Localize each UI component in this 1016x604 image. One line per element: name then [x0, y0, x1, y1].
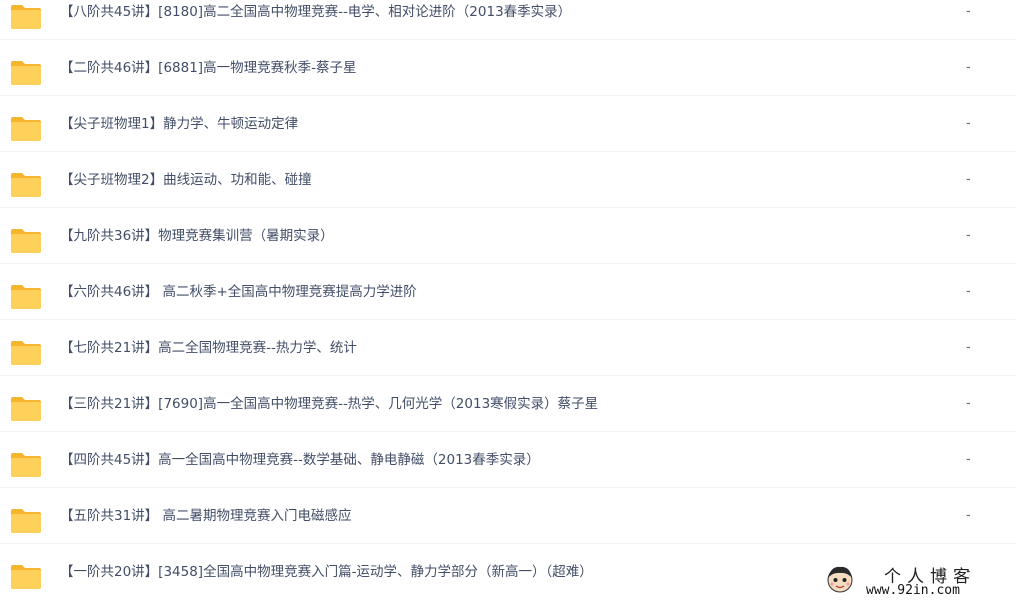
- file-size: -: [966, 508, 971, 523]
- file-size: -: [966, 116, 971, 131]
- file-size: -: [966, 60, 971, 75]
- folder-body: [11, 570, 41, 589]
- file-name[interactable]: 【八阶共45讲】[8180]高二全国高中物理竞赛--电学、相对论进阶（2013春…: [60, 0, 571, 40]
- folder-body: [11, 234, 41, 253]
- folder-body: [11, 66, 41, 85]
- folder-body: [11, 346, 41, 365]
- file-name[interactable]: 【四阶共45讲】高一全国高中物理竞赛--数学基础、静电静磁（2013春季实录）: [60, 432, 540, 488]
- folder-body: [11, 122, 41, 141]
- file-row[interactable]: 【九阶共36讲】物理竞赛集训营（暑期实录） -: [0, 208, 1016, 264]
- folder-icon: [10, 4, 42, 30]
- file-size: -: [966, 4, 971, 19]
- folder-icon: [10, 116, 42, 142]
- file-size: -: [966, 172, 971, 187]
- folder-icon: [10, 508, 42, 534]
- file-name[interactable]: 【尖子班物理2】曲线运动、功和能、碰撞: [60, 152, 312, 208]
- file-size: -: [966, 284, 971, 299]
- file-row[interactable]: 【二阶共46讲】[6881]高一物理竞赛秋季-蔡子星 -: [0, 40, 1016, 96]
- file-size: -: [966, 340, 971, 355]
- file-list: 【八阶共45讲】[8180]高二全国高中物理竞赛--电学、相对论进阶（2013春…: [0, 0, 1016, 590]
- file-row[interactable]: 【尖子班物理2】曲线运动、功和能、碰撞 -: [0, 152, 1016, 208]
- folder-body: [11, 178, 41, 197]
- folder-body: [11, 402, 41, 421]
- cartoon-face-icon: [827, 566, 853, 593]
- folder-body: [11, 10, 41, 29]
- file-row[interactable]: 【五阶共31讲】 高二暑期物理竞赛入门电磁感应 -: [0, 488, 1016, 544]
- file-name[interactable]: 【一阶共20讲】[3458]全国高中物理竞赛入门篇-运动学、静力学部分（新高一）…: [60, 544, 593, 600]
- folder-body: [11, 514, 41, 533]
- file-row[interactable]: 【八阶共45讲】[8180]高二全国高中物理竞赛--电学、相对论进阶（2013春…: [0, 0, 1016, 40]
- file-size: -: [966, 452, 971, 467]
- file-name[interactable]: 【六阶共46讲】 高二秋季+全国高中物理竞赛提高力学进阶: [60, 264, 417, 320]
- folder-icon: [10, 452, 42, 478]
- file-name[interactable]: 【二阶共46讲】[6881]高一物理竞赛秋季-蔡子星: [60, 40, 356, 96]
- folder-icon: [10, 396, 42, 422]
- folder-icon: [10, 228, 42, 254]
- file-row[interactable]: 【四阶共45讲】高一全国高中物理竞赛--数学基础、静电静磁（2013春季实录） -: [0, 432, 1016, 488]
- file-row[interactable]: 【六阶共46讲】 高二秋季+全国高中物理竞赛提高力学进阶 -: [0, 264, 1016, 320]
- file-row[interactable]: 【三阶共21讲】[7690]高一全国高中物理竞赛--热学、几何光学（2013寒假…: [0, 376, 1016, 432]
- folder-body: [11, 458, 41, 477]
- file-row[interactable]: 【尖子班物理1】静力学、牛顿运动定律 -: [0, 96, 1016, 152]
- folder-icon: [10, 60, 42, 86]
- watermark-url: www.92in.com: [866, 583, 960, 598]
- file-name[interactable]: 【七阶共21讲】高二全国物理竞赛--热力学、统计: [60, 320, 357, 376]
- folder-icon: [10, 564, 42, 590]
- file-size: -: [966, 396, 971, 411]
- file-name[interactable]: 【五阶共31讲】 高二暑期物理竞赛入门电磁感应: [60, 488, 351, 544]
- folder-body: [11, 290, 41, 309]
- folder-icon: [10, 284, 42, 310]
- file-name[interactable]: 【九阶共36讲】物理竞赛集训营（暑期实录）: [60, 208, 334, 264]
- folder-icon: [10, 340, 42, 366]
- folder-icon: [10, 172, 42, 198]
- watermark-logo: 个人博客 www.92in.com: [822, 560, 1012, 602]
- file-name[interactable]: 【尖子班物理1】静力学、牛顿运动定律: [60, 96, 298, 152]
- file-row[interactable]: 【七阶共21讲】高二全国物理竞赛--热力学、统计 -: [0, 320, 1016, 376]
- file-size: -: [966, 228, 971, 243]
- file-name[interactable]: 【三阶共21讲】[7690]高一全国高中物理竞赛--热学、几何光学（2013寒假…: [60, 376, 598, 432]
